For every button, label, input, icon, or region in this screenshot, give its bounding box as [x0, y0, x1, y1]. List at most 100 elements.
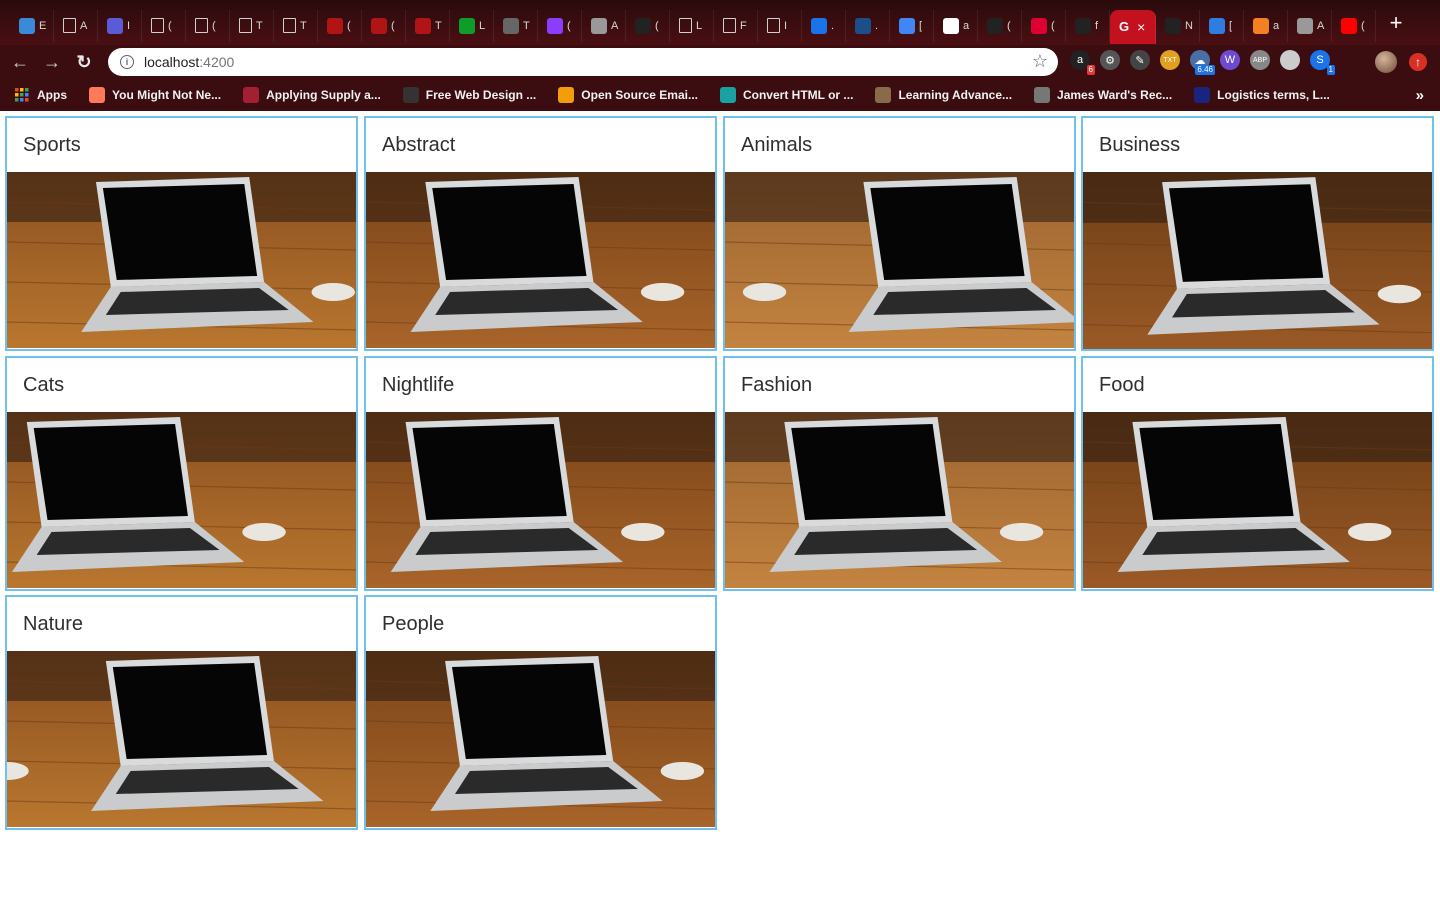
- browser-tab[interactable]: (: [1022, 9, 1066, 42]
- category-title: Nightlife: [382, 373, 455, 396]
- globe-icon: [855, 17, 871, 34]
- category-image: [725, 412, 1074, 588]
- text-extension-icon[interactable]: TXT: [1160, 50, 1180, 70]
- category-card[interactable]: Food: [1081, 356, 1434, 591]
- tab-title: L: [479, 19, 486, 32]
- browser-tab[interactable]: L: [450, 9, 494, 42]
- category-card[interactable]: Sports: [5, 116, 358, 351]
- tab-title: [: [1229, 19, 1233, 32]
- bookmark-item[interactable]: Convert HTML or ...: [719, 87, 853, 103]
- weather-extension-icon[interactable]: ☁ 6.46: [1190, 50, 1215, 75]
- browser-tab[interactable]: A: [1288, 9, 1332, 42]
- browser-tab[interactable]: (: [318, 9, 362, 42]
- browser-tab[interactable]: N: [1156, 9, 1200, 42]
- bookmark-label: Free Web Design ...: [425, 88, 537, 102]
- back-button[interactable]: ←: [8, 50, 32, 74]
- bookmark-item[interactable]: Applying Supply a...: [243, 87, 381, 103]
- gear-extension-icon[interactable]: ⚙: [1100, 50, 1120, 70]
- tab-title: [: [919, 19, 923, 32]
- category-card[interactable]: Nature: [5, 595, 358, 830]
- circle-extension-icon[interactable]: [1280, 50, 1300, 70]
- email-icon: [558, 87, 575, 103]
- category-card[interactable]: Cats: [5, 356, 358, 591]
- document-icon: [239, 18, 252, 33]
- bookmark-item[interactable]: Apps: [14, 87, 67, 103]
- category-card[interactable]: Animals: [723, 116, 1076, 351]
- category-card[interactable]: Fashion: [723, 356, 1076, 591]
- amazon-icon[interactable]: a6: [1070, 50, 1095, 75]
- bookmarks-more-button[interactable]: »: [1416, 87, 1424, 104]
- browser-tab[interactable]: (: [626, 9, 670, 42]
- tabs-container: E A I((T T((T L T(A(L F I..[a((f G × N[a A(+: [0, 0, 1410, 45]
- browser-tab[interactable]: A: [582, 9, 626, 42]
- browser-tab[interactable]: E: [10, 9, 54, 42]
- active-tab-title: G: [1119, 19, 1130, 34]
- reload-button[interactable]: ↻: [72, 50, 96, 74]
- address-url[interactable]: localhost:4200: [144, 54, 234, 70]
- tab-title: F: [740, 19, 747, 32]
- browser-tab[interactable]: .: [802, 9, 846, 42]
- forward-button[interactable]: →: [40, 50, 64, 74]
- wappalyzer-icon[interactable]: W: [1220, 50, 1240, 70]
- browser-tab[interactable]: T: [230, 9, 274, 42]
- tab-title: I: [784, 19, 788, 32]
- browser-tab[interactable]: (: [142, 9, 186, 42]
- laptop-photo: [7, 172, 356, 348]
- info-icon[interactable]: i: [120, 55, 134, 69]
- bookmark-item[interactable]: Open Source Emai...: [558, 87, 698, 103]
- category-card[interactable]: People: [364, 595, 717, 830]
- browser-tab[interactable]: T: [274, 9, 318, 42]
- github-icon: [1165, 17, 1181, 34]
- browser-tab[interactable]: .: [846, 9, 890, 42]
- profile-avatar[interactable]: [1375, 51, 1397, 73]
- google-icon: [943, 17, 959, 34]
- browser-tab[interactable]: F: [714, 9, 758, 42]
- address-bar[interactable]: i localhost:4200 ☆: [108, 48, 1058, 76]
- browser-tab[interactable]: (: [362, 9, 406, 42]
- document-icon: [195, 18, 208, 33]
- tab-title: (: [391, 19, 395, 32]
- new-tab-button[interactable]: +: [1382, 9, 1410, 37]
- blue-extension-icon[interactable]: S1: [1310, 50, 1335, 75]
- bookmark-item[interactable]: Logistics terms, L...: [1194, 87, 1330, 103]
- bookmark-item[interactable]: James Ward's Rec...: [1034, 87, 1172, 103]
- browser-tab[interactable]: A: [54, 9, 98, 42]
- category-card[interactable]: Abstract: [364, 116, 717, 351]
- adblock-icon[interactable]: ABP: [1250, 50, 1270, 70]
- update-icon[interactable]: ↑: [1409, 53, 1427, 71]
- active-tab[interactable]: G ×: [1110, 9, 1156, 44]
- close-tab-icon[interactable]: ×: [1137, 19, 1145, 35]
- bookmarks-bar: Apps You Might Not Ne... Applying Supply a…: [0, 79, 1440, 111]
- portrait-icon: [1034, 87, 1051, 103]
- google-docs-icon: [899, 17, 915, 34]
- braces-icon: [371, 17, 387, 34]
- browser-tab[interactable]: (: [978, 9, 1022, 42]
- bookmark-item[interactable]: Free Web Design ...: [402, 87, 537, 103]
- pen-extension-icon[interactable]: ✎: [1130, 50, 1150, 70]
- laptop-photo: [725, 172, 1074, 348]
- browser-tab[interactable]: (: [186, 9, 230, 42]
- reload-icon: ↻: [76, 51, 92, 72]
- browser-tab[interactable]: a: [934, 9, 978, 42]
- browser-tab[interactable]: a: [1244, 9, 1288, 42]
- bookmark-item[interactable]: Learning Advance...: [875, 87, 1012, 103]
- browser-tab[interactable]: f: [1066, 9, 1110, 42]
- browser-tab[interactable]: L: [670, 9, 714, 42]
- browser-tab[interactable]: [: [890, 9, 934, 42]
- bookmark-star-icon[interactable]: ☆: [1032, 51, 1048, 72]
- category-card[interactable]: Nightlife: [364, 356, 717, 591]
- bookmark-label: Apps: [37, 88, 67, 102]
- category-image: [725, 172, 1074, 348]
- bookmark-label: Open Source Emai...: [581, 88, 698, 102]
- extension-badge: 1: [1326, 65, 1335, 75]
- browser-tab[interactable]: I: [758, 9, 802, 42]
- browser-tab[interactable]: (: [1332, 9, 1376, 42]
- browser-tab[interactable]: I: [98, 9, 142, 42]
- bookmark-item[interactable]: You Might Not Ne...: [89, 87, 221, 103]
- browser-tab[interactable]: T: [406, 9, 450, 42]
- category-card[interactable]: Business: [1081, 116, 1434, 351]
- browser-tab[interactable]: T: [494, 9, 538, 42]
- browser-tab[interactable]: (: [538, 9, 582, 42]
- arrow-right-icon: →: [43, 51, 61, 72]
- browser-tab[interactable]: [: [1200, 9, 1244, 42]
